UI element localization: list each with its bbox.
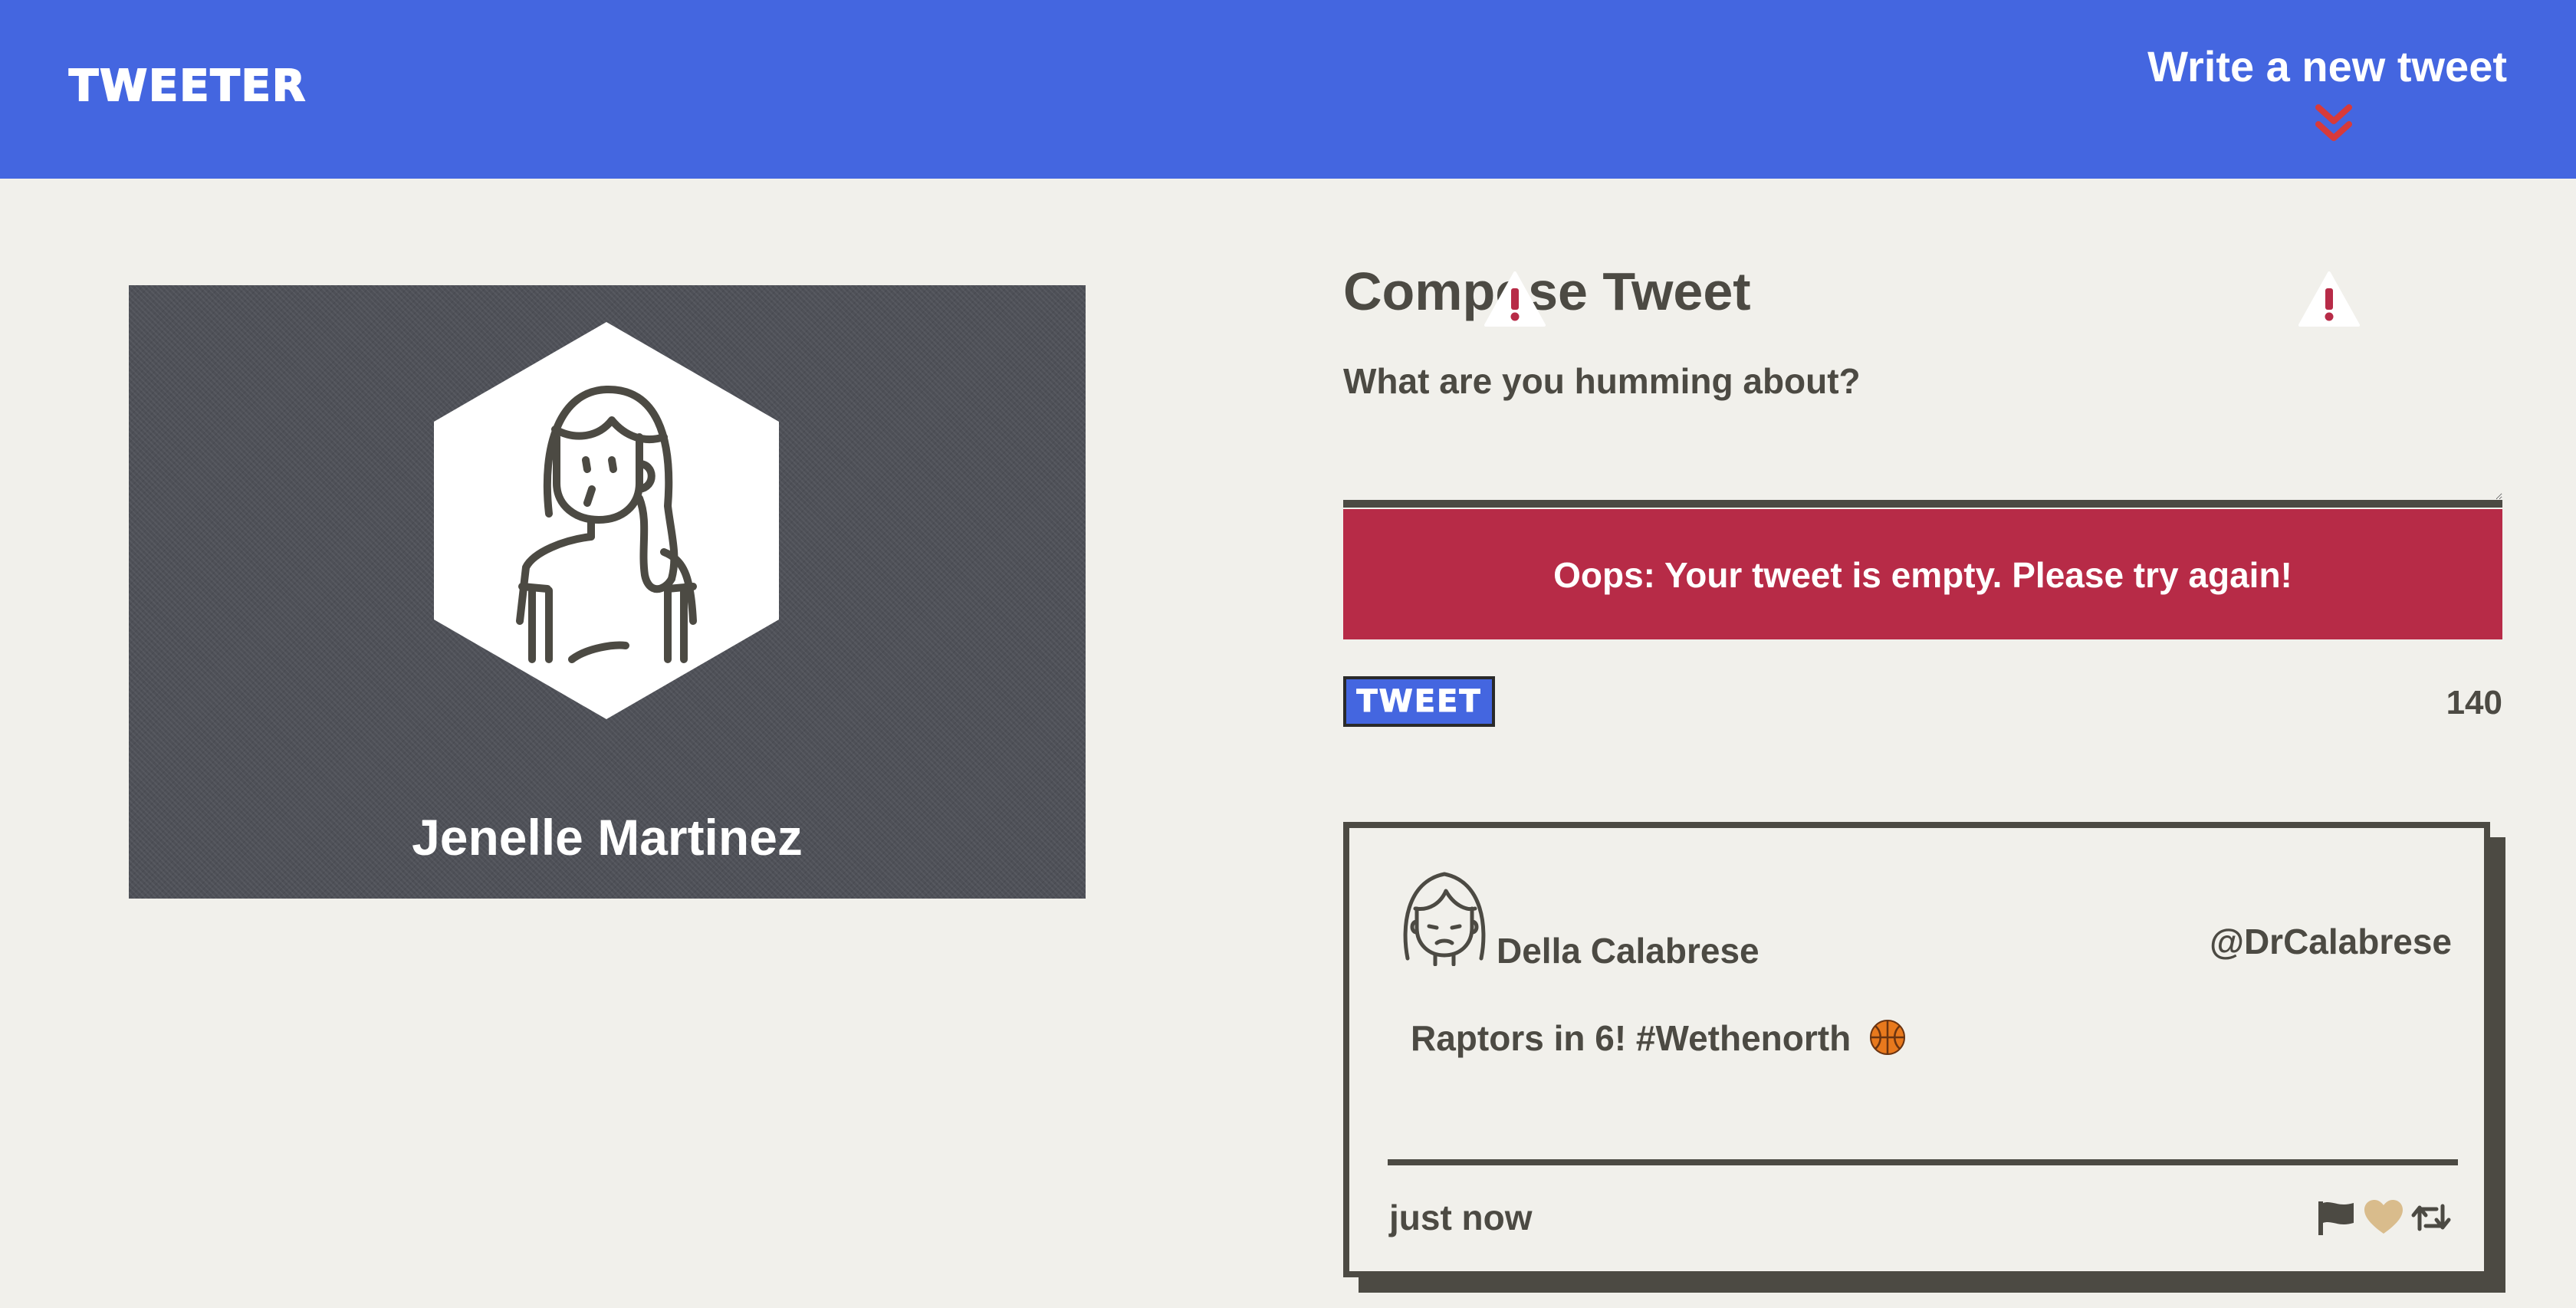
char-counter: 140 — [2446, 684, 2502, 721]
error-message: Oops: Your tweet is empty. Please try ag… — [1553, 555, 2292, 595]
flag-icon[interactable] — [2315, 1198, 2357, 1237]
female-avatar-icon — [434, 322, 779, 719]
compose-title: Compose Tweet — [1343, 261, 1751, 321]
tweet-text-input[interactable] — [1343, 360, 2502, 508]
heart-icon[interactable] — [2363, 1198, 2404, 1237]
tweet-actions — [2315, 1195, 2452, 1241]
profile-name: Jenelle Martinez — [412, 809, 803, 866]
tweet-content-text: Raptors in 6! #Wethenorth — [1411, 1018, 1852, 1058]
error-banner: Oops: Your tweet is empty. Please try ag… — [1343, 509, 2502, 639]
warning-icon — [1484, 271, 1546, 327]
top-nav: Tweeter Write a new tweet — [0, 0, 2576, 179]
tweet-submit-button[interactable]: Tweet — [1343, 676, 1495, 727]
warning-icon — [2298, 271, 2360, 327]
tweet-author-handle: @DrCalabrese — [2210, 922, 2452, 961]
basketball-icon — [1869, 1019, 1905, 1055]
tweet-card: Della Calabrese @DrCalabrese Raptors in … — [1343, 822, 2490, 1277]
retweet-icon[interactable] — [2410, 1198, 2452, 1237]
tweet-timestamp: just now — [1389, 1198, 1533, 1237]
write-new-tweet-label[interactable]: Write a new tweet — [2147, 40, 2507, 94]
profile-card: Jenelle Martinez — [129, 285, 1086, 899]
female-avatar-icon — [1403, 872, 1486, 966]
write-new-tweet-toggle[interactable]: Write a new tweet — [2139, 40, 2507, 147]
tweet-divider — [1388, 1159, 2458, 1165]
double-chevron-down-icon[interactable] — [2311, 101, 2357, 147]
tweet-author-name: Della Calabrese — [1497, 931, 1760, 971]
brand-logo[interactable]: Tweeter — [68, 60, 307, 113]
tweet-content: Raptors in 6! #Wethenorth — [1411, 1015, 1907, 1061]
